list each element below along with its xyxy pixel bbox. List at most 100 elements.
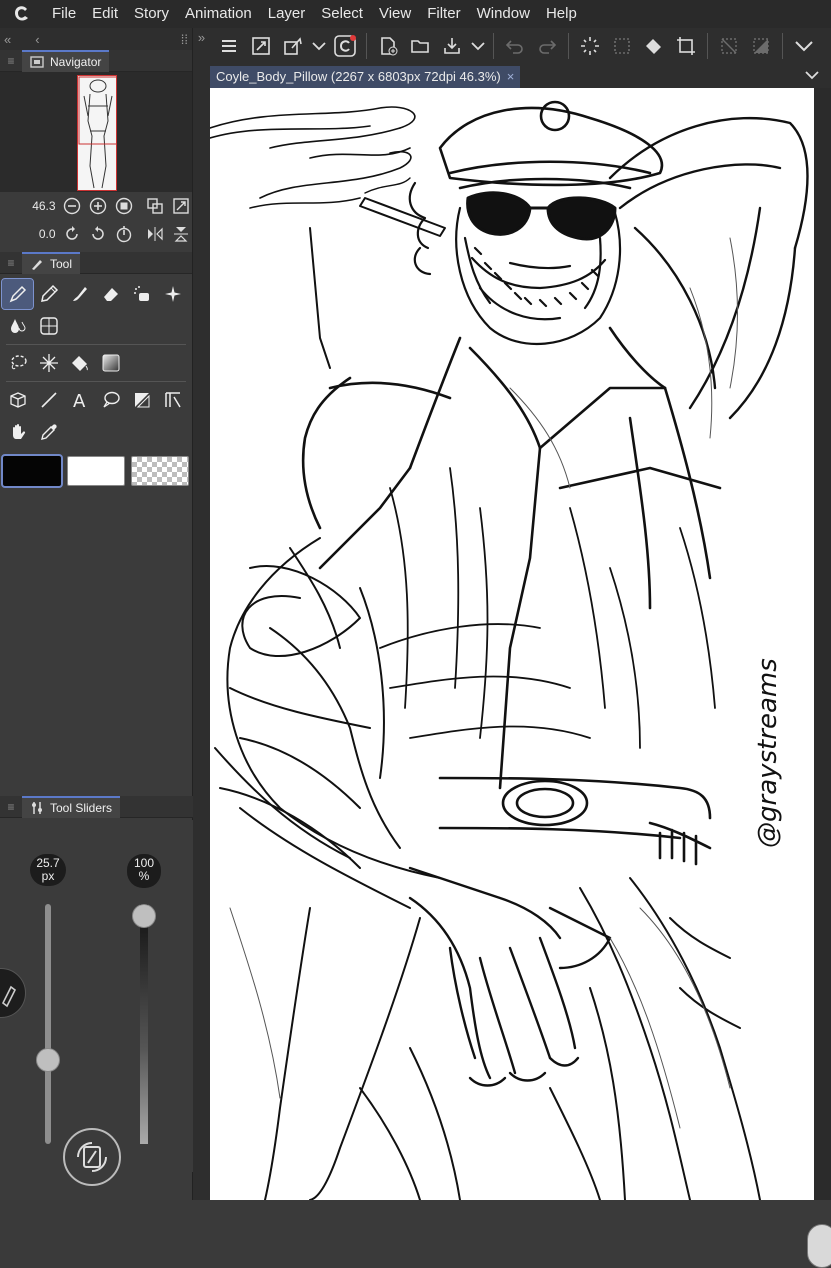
canvas-area[interactable]: @graystreams bbox=[210, 88, 831, 1268]
panel-menu-icon[interactable]: ≡ bbox=[0, 256, 22, 270]
frame-border-tool-icon[interactable] bbox=[126, 385, 157, 415]
fit-to-window-icon[interactable] bbox=[145, 195, 167, 217]
new-file-icon[interactable] bbox=[373, 31, 403, 61]
hat bbox=[438, 100, 664, 190]
menu-help[interactable]: Help bbox=[538, 0, 585, 28]
main-color-swatch[interactable] bbox=[1, 454, 63, 488]
hand-tool-icon[interactable] bbox=[2, 417, 33, 447]
navigator-zoom-row: 46.3 bbox=[0, 192, 192, 220]
panel-menu-icon[interactable]: ≡ bbox=[0, 54, 22, 68]
pen-tool-icon[interactable] bbox=[1, 278, 34, 310]
chevron-down-icon[interactable] bbox=[310, 31, 328, 61]
navigator-thumbnail[interactable] bbox=[77, 75, 117, 191]
panel-menu-icon[interactable]: ≡ bbox=[0, 800, 22, 814]
opacity-readout: 100 % bbox=[127, 854, 161, 888]
select-all-icon[interactable] bbox=[607, 31, 637, 61]
zoom-out-icon[interactable] bbox=[62, 195, 84, 217]
object-tool-icon[interactable] bbox=[2, 385, 33, 415]
transparent-color-swatch[interactable] bbox=[131, 456, 189, 486]
clip-studio-icon[interactable] bbox=[330, 31, 360, 61]
menu-bar: File Edit Story Animation Layer Select V… bbox=[0, 0, 831, 28]
balloon-tool-icon[interactable] bbox=[95, 385, 126, 415]
figure-tool-icon[interactable] bbox=[33, 311, 64, 341]
document-tab[interactable]: Coyle_Body_Pillow (2267 x 6803px 72dpi 4… bbox=[210, 66, 521, 88]
switch-color-icon[interactable] bbox=[63, 1128, 121, 1186]
brush-size-track[interactable] bbox=[45, 904, 51, 1144]
menu-window[interactable]: Window bbox=[469, 0, 538, 28]
fill-tool-icon[interactable] bbox=[64, 348, 95, 378]
chevron-down-icon[interactable] bbox=[805, 67, 819, 85]
auto-select-tool-icon[interactable] bbox=[33, 348, 64, 378]
crop-icon[interactable] bbox=[671, 31, 701, 61]
close-tab-icon[interactable]: × bbox=[507, 66, 515, 88]
menu-view[interactable]: View bbox=[371, 0, 419, 28]
menu-story[interactable]: Story bbox=[126, 0, 177, 28]
tab-navigator[interactable]: Navigator bbox=[22, 49, 110, 72]
gradient-tool-icon[interactable] bbox=[95, 348, 126, 378]
menu-filter[interactable]: Filter bbox=[419, 0, 468, 28]
transform-icon[interactable] bbox=[278, 31, 308, 61]
zoom-value[interactable]: 46.3 bbox=[24, 199, 55, 213]
pen-pressure-icon[interactable] bbox=[0, 968, 26, 1018]
chevron-down-icon[interactable] bbox=[789, 31, 819, 61]
decoration-tool-icon[interactable] bbox=[157, 279, 188, 309]
menu-layer[interactable]: Layer bbox=[260, 0, 314, 28]
belt bbox=[438, 776, 712, 866]
eyedropper-tool-icon[interactable] bbox=[33, 417, 64, 447]
ruler-tool-icon[interactable] bbox=[157, 385, 188, 415]
collapse-left-icon[interactable]: « bbox=[4, 32, 11, 47]
fit-to-navigator-icon[interactable] bbox=[170, 195, 192, 217]
menu-icon[interactable] bbox=[214, 31, 244, 61]
tab-tool-sliders[interactable]: Tool Sliders bbox=[22, 795, 121, 818]
drawing-canvas[interactable]: @graystreams bbox=[210, 88, 814, 1200]
brush-tool-icon[interactable] bbox=[64, 279, 95, 309]
fill-selection-icon[interactable] bbox=[639, 31, 669, 61]
rotation-value[interactable]: 0.0 bbox=[24, 227, 56, 241]
document-tab-bar: Coyle_Body_Pillow (2267 x 6803px 72dpi 4… bbox=[210, 64, 831, 88]
menu-file[interactable]: File bbox=[44, 0, 84, 28]
navigator-preview[interactable] bbox=[0, 72, 192, 192]
eraser-tool-icon[interactable] bbox=[95, 279, 126, 309]
canvas-scroll-handle[interactable] bbox=[807, 1224, 831, 1268]
deselect-icon[interactable] bbox=[714, 31, 744, 61]
save-icon[interactable] bbox=[437, 31, 467, 61]
rotate-left-icon[interactable] bbox=[62, 223, 84, 245]
airbrush-tool-icon[interactable] bbox=[126, 279, 157, 309]
dock-collapse-bar[interactable]: » bbox=[193, 28, 210, 1200]
line-tool-icon[interactable] bbox=[33, 385, 64, 415]
flip-horizontal-icon[interactable] bbox=[145, 223, 167, 245]
artist-signature: @graystreams bbox=[753, 658, 783, 848]
redo-icon[interactable] bbox=[532, 31, 562, 61]
rotate-right-icon[interactable] bbox=[87, 223, 109, 245]
text-tool-icon[interactable]: A bbox=[64, 385, 95, 415]
chevron-down-icon[interactable] bbox=[469, 31, 487, 61]
lasso-tool-icon[interactable] bbox=[2, 348, 33, 378]
invert-selection-icon[interactable] bbox=[746, 31, 776, 61]
menu-animation[interactable]: Animation bbox=[177, 0, 260, 28]
hand-on-thigh bbox=[408, 866, 612, 1087]
canvas-size-icon[interactable] bbox=[246, 31, 276, 61]
tab-tool[interactable]: Tool bbox=[22, 251, 81, 274]
blend-tool-icon[interactable] bbox=[2, 311, 33, 341]
dock-grip-icon[interactable]: ⁞⁞ bbox=[181, 32, 188, 47]
undo-icon[interactable] bbox=[500, 31, 530, 61]
open-folder-icon[interactable] bbox=[405, 31, 435, 61]
zoom-in-icon[interactable] bbox=[87, 195, 109, 217]
reset-rotation-icon[interactable] bbox=[113, 223, 135, 245]
loading-spinner-icon[interactable] bbox=[575, 31, 605, 61]
app-logo-icon[interactable] bbox=[0, 0, 44, 28]
brush-size-value: 25.7 bbox=[36, 856, 60, 870]
brush-size-knob[interactable] bbox=[36, 1048, 60, 1072]
flip-vertical-icon[interactable] bbox=[170, 223, 192, 245]
opacity-knob[interactable] bbox=[132, 904, 156, 928]
sub-color-swatch[interactable] bbox=[67, 456, 125, 486]
actual-size-icon[interactable] bbox=[113, 195, 135, 217]
expand-right-icon[interactable]: » bbox=[193, 30, 210, 45]
menu-edit[interactable]: Edit bbox=[84, 0, 126, 28]
sketch-hatching bbox=[229, 237, 738, 1129]
chevron-left-icon[interactable]: ‹ bbox=[35, 32, 39, 47]
menu-select[interactable]: Select bbox=[313, 0, 371, 28]
dock-collapse-row: « ‹ ⁞⁞ bbox=[0, 28, 192, 50]
opacity-track[interactable] bbox=[140, 904, 148, 1144]
pencil-tool-icon[interactable] bbox=[33, 279, 64, 309]
